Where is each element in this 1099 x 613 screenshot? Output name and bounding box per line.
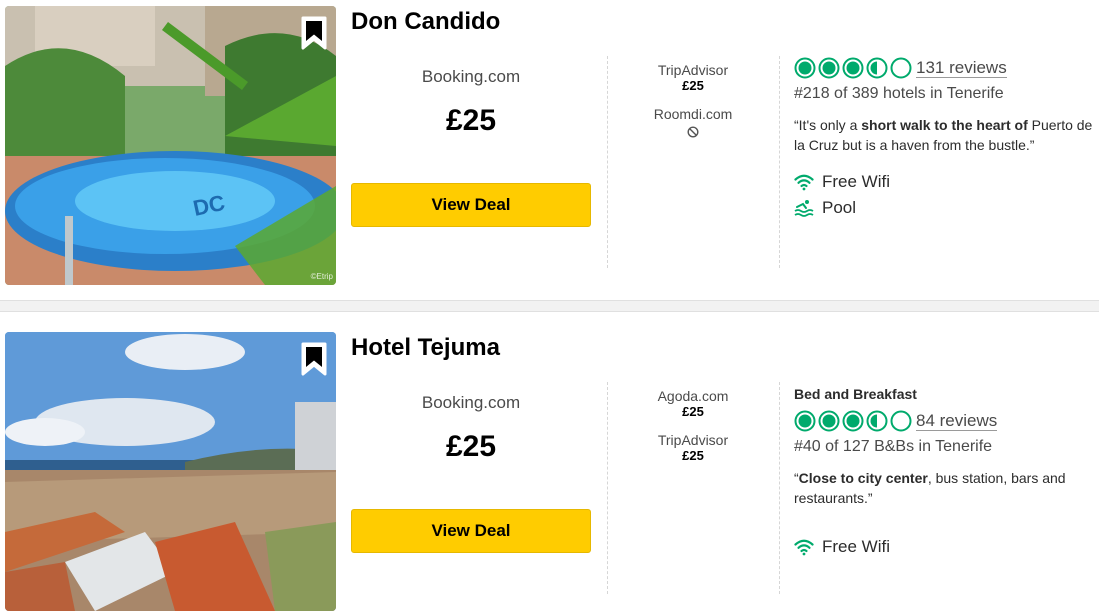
hotel-name[interactable]: Don Candido (351, 8, 500, 36)
divider (779, 382, 780, 594)
offer-provider: Roomdi.com (653, 106, 733, 122)
full-bubble-icon (842, 57, 864, 79)
main-provider: Booking.com (421, 393, 521, 412)
offer-price: £25 (682, 404, 704, 419)
divider (607, 382, 608, 594)
other-offers: Agoda.com £25 TripAdvisor £25 (620, 388, 766, 476)
hotel-card: DC ©Etrip Don Candido Booking.com £25 Vi… (0, 0, 1099, 300)
photo-credit: ©Etrip (310, 272, 333, 281)
divider (607, 56, 608, 268)
hotel-info: 131 reviews #218 of 389 hotels in Teneri… (794, 56, 1094, 221)
review-quote: “It's only a short walk to the heart of … (794, 115, 1094, 155)
hotel-name[interactable]: Hotel Tejuma (351, 334, 500, 362)
half-bubble-icon (866, 410, 888, 432)
full-bubble-icon (842, 410, 864, 432)
offer-item[interactable]: Agoda.com £25 (620, 388, 766, 420)
offer-item[interactable]: TripAdvisor £25 (620, 432, 766, 464)
quote-start: “It's only a (794, 117, 862, 133)
amenity-label: Pool (822, 198, 857, 217)
half-bubble-icon (866, 57, 888, 79)
amenity-item: Pool (794, 195, 1094, 221)
full-bubble-icon (818, 410, 840, 432)
main-price: £25 (445, 430, 497, 463)
offer-item[interactable]: TripAdvisor £25 (620, 62, 766, 94)
town-view-image (5, 332, 336, 611)
review-quote: “Close to city center, bus station, bars… (794, 468, 1094, 508)
offer-item[interactable]: Roomdi.com (620, 106, 766, 143)
accommodation-type: Bed and Breakfast (794, 386, 917, 402)
amenity-label: Free Wifi (822, 537, 890, 556)
empty-bubble-icon (890, 410, 912, 432)
card-separator (0, 300, 1099, 312)
hotel-photo[interactable] (5, 332, 336, 611)
full-bubble-icon (794, 410, 816, 432)
empty-bubble-icon (890, 57, 912, 79)
offer-provider: Agoda.com (657, 388, 729, 404)
no-availability-icon (687, 126, 699, 138)
bookmark-icon[interactable] (300, 342, 328, 376)
hotel-photo[interactable]: DC ©Etrip (5, 6, 336, 285)
amenities-list: Free Wifi (794, 534, 1094, 560)
amenities-list: Free Wifi Pool (794, 169, 1094, 221)
reviews-link[interactable]: 84 reviews (916, 411, 998, 431)
rating-bubbles (794, 57, 912, 79)
reviews-link[interactable]: 131 reviews (916, 58, 1007, 78)
offer-provider: TripAdvisor (657, 62, 729, 78)
full-bubble-icon (818, 57, 840, 79)
pool-scene-image: DC (5, 6, 336, 285)
hotel-rank: #40 of 127 B&Bs in Tenerife (794, 438, 993, 455)
rating-row: 84 reviews (794, 409, 1094, 433)
hotel-card: Hotel Tejuma Booking.com £25 View Deal A… (0, 312, 1099, 613)
offer-price: £25 (682, 78, 704, 93)
main-provider: Booking.com (421, 67, 521, 86)
main-price: £25 (445, 104, 497, 137)
quote-highlight: short walk to the heart of (861, 117, 1028, 133)
other-offers: TripAdvisor £25 Roomdi.com (620, 62, 766, 155)
offer-provider: TripAdvisor (657, 432, 729, 448)
offer-price: £25 (682, 448, 704, 463)
quote-highlight: Close to city center (798, 470, 928, 486)
amenity-item: Free Wifi (794, 169, 1094, 195)
bookmark-icon[interactable] (300, 16, 328, 50)
rating-row: 131 reviews (794, 56, 1094, 80)
wifi-icon (794, 539, 814, 556)
full-bubble-icon (794, 57, 816, 79)
pool-icon (794, 200, 814, 217)
view-deal-button[interactable]: View Deal (351, 183, 591, 227)
rating-bubbles (794, 410, 912, 432)
divider (779, 56, 780, 268)
view-deal-button[interactable]: View Deal (351, 509, 591, 553)
amenity-item: Free Wifi (794, 534, 1094, 560)
amenity-label: Free Wifi (822, 172, 890, 191)
hotel-rank: #218 of 389 hotels in Tenerife (794, 85, 1004, 102)
wifi-icon (794, 174, 814, 191)
hotel-info: Bed and Breakfast 84 reviews #40 of 127 … (794, 386, 1094, 560)
